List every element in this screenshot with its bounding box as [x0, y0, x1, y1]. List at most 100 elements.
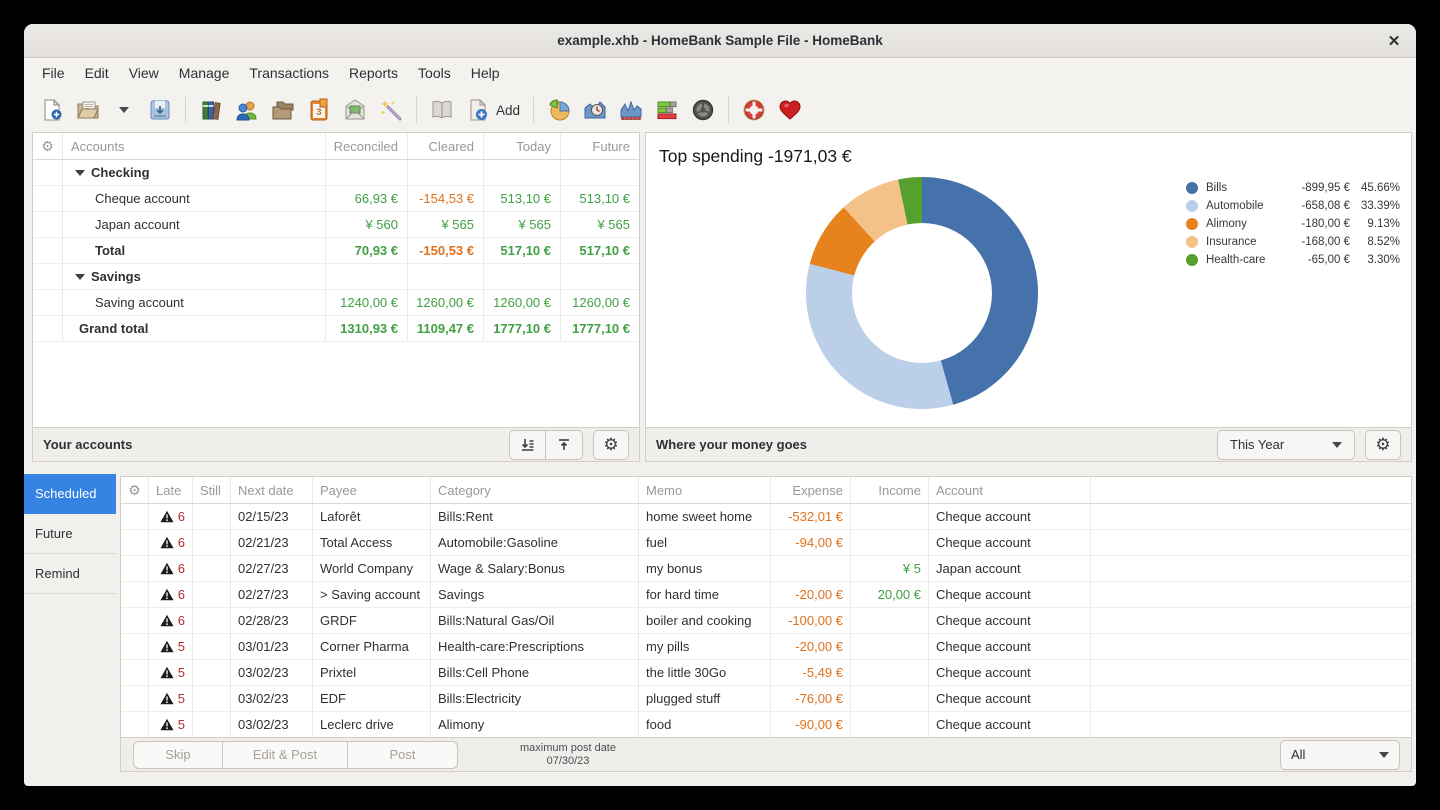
- filter-dropdown[interactable]: All: [1280, 740, 1400, 770]
- tab-remind[interactable]: Remind: [24, 554, 116, 594]
- scheduled-row[interactable]: 602/27/23World CompanyWage & Salary:Bonu…: [121, 556, 1411, 582]
- menu-tools[interactable]: Tools: [408, 61, 461, 85]
- scheduled-row[interactable]: 602/21/23Total AccessAutomobile:Gasoline…: [121, 530, 1411, 556]
- legend-amount: -899,95 €: [1284, 182, 1350, 194]
- statistics-button[interactable]: [541, 92, 577, 128]
- scheduled-row[interactable]: 602/28/23GRDFBills:Natural Gas/Oilboiler…: [121, 608, 1411, 634]
- still-cell: [193, 634, 231, 659]
- assign-button[interactable]: [373, 92, 409, 128]
- scheduled-row[interactable]: 503/02/23Leclerc driveAlimonyfood-90,00 …: [121, 712, 1411, 738]
- account-row[interactable]: Japan account¥ 560¥ 565¥ 565¥ 565: [33, 212, 639, 238]
- payees-button[interactable]: [229, 92, 265, 128]
- range-dropdown[interactable]: This Year: [1217, 430, 1355, 460]
- new-file-button[interactable]: [34, 92, 70, 128]
- accounts-column-header[interactable]: Accounts: [63, 139, 325, 154]
- scheduled-row[interactable]: 602/27/23> Saving accountSavingsfor hard…: [121, 582, 1411, 608]
- donate-heart-button[interactable]: [772, 92, 808, 128]
- account-row[interactable]: Checking: [33, 160, 639, 186]
- scheduled-column-header[interactable]: Category: [431, 477, 639, 503]
- scheduled-column-header[interactable]: Expense: [771, 477, 851, 503]
- scheduled-row[interactable]: 602/15/23LaforêtBills:Renthome sweet hom…: [121, 504, 1411, 530]
- tab-future[interactable]: Future: [24, 514, 116, 554]
- row-filler: [1091, 530, 1411, 555]
- budget-button[interactable]: [649, 92, 685, 128]
- open-recent-button[interactable]: [106, 92, 142, 128]
- chevron-down-icon: [1332, 442, 1342, 448]
- scheduled-actions: Skip Edit & Post Post: [133, 741, 458, 769]
- account-row[interactable]: Cheque account66,93 €-154,53 €513,10 €51…: [33, 186, 639, 212]
- scheduled-row[interactable]: 503/02/23EDFBills:Electricityplugged stu…: [121, 686, 1411, 712]
- expand-all-button[interactable]: [509, 430, 546, 460]
- caret-down-icon[interactable]: [75, 274, 85, 280]
- account-cell: Cheque account: [929, 660, 1091, 685]
- accounts-icon: [199, 98, 223, 122]
- legend-row: Insurance-168,00 €8.52%: [1186, 233, 1402, 251]
- help-donate-button[interactable]: [736, 92, 772, 128]
- add-transaction-button[interactable]: Add: [460, 92, 526, 128]
- account-amount: [407, 264, 483, 289]
- account-amount: [325, 264, 407, 289]
- scheduled-column-header[interactable]: Payee: [313, 477, 431, 503]
- accounts-column-header[interactable]: Cleared: [407, 133, 483, 159]
- scheduled-column-header[interactable]: Account: [929, 477, 1091, 503]
- expense-cell: -532,01 €: [771, 504, 851, 529]
- income-cell: [851, 686, 929, 711]
- account-amount: 1240,00 €: [325, 290, 407, 315]
- scheduled-column-header[interactable]: Income: [851, 477, 929, 503]
- ledger-button[interactable]: [424, 92, 460, 128]
- trendtime-button[interactable]: [577, 92, 613, 128]
- accounts-header-gear[interactable]: ⚙: [33, 133, 63, 159]
- row-filler: [1091, 556, 1411, 581]
- scheduled-button[interactable]: 3: [301, 92, 337, 128]
- vehicle-cost-button[interactable]: [685, 92, 721, 128]
- scheduled-row[interactable]: 503/01/23Corner PharmaHealth-care:Prescr…: [121, 634, 1411, 660]
- scheduled-column-header[interactable]: Next date: [231, 477, 313, 503]
- menu-help[interactable]: Help: [461, 61, 510, 85]
- menu-transactions[interactable]: Transactions: [239, 61, 339, 85]
- legend-label: Health-care: [1206, 254, 1284, 266]
- caret-down-icon[interactable]: [75, 170, 85, 176]
- post-button[interactable]: Post: [348, 741, 458, 769]
- scheduled-column-header[interactable]: Memo: [639, 477, 771, 503]
- chart-settings-button[interactable]: ⚙: [1365, 430, 1401, 460]
- accounts-settings-button[interactable]: ⚙: [593, 430, 629, 460]
- homebank-window: example.xhb - HomeBank Sample File - Hom…: [24, 24, 1416, 786]
- close-icon[interactable]: ✕: [1385, 32, 1403, 50]
- account-row[interactable]: Total70,93 €-150,53 €517,10 €517,10 €: [33, 238, 639, 264]
- row-gutter: [121, 608, 149, 633]
- scheduled-column-header[interactable]: Late: [149, 477, 193, 503]
- open-file-button[interactable]: [70, 92, 106, 128]
- menu-reports[interactable]: Reports: [339, 61, 408, 85]
- categories-button[interactable]: [265, 92, 301, 128]
- income-cell: [851, 634, 929, 659]
- account-row[interactable]: Savings: [33, 264, 639, 290]
- accounts-column-header[interactable]: Today: [483, 133, 560, 159]
- account-row[interactable]: Saving account1240,00 €1260,00 €1260,00 …: [33, 290, 639, 316]
- archive-button[interactable]: [337, 92, 373, 128]
- warning-icon: [160, 536, 174, 549]
- menu-file[interactable]: File: [32, 61, 75, 85]
- save-button[interactable]: [142, 92, 178, 128]
- expense-cell: -20,00 €: [771, 634, 851, 659]
- row-gutter: [33, 264, 63, 289]
- accounts-column-header[interactable]: Reconciled: [325, 133, 407, 159]
- row-filler: [1091, 582, 1411, 607]
- scheduled-row[interactable]: 503/02/23PrixtelBills:Cell Phonethe litt…: [121, 660, 1411, 686]
- edit-post-button[interactable]: Edit & Post: [223, 741, 348, 769]
- still-cell: [193, 712, 231, 737]
- account-amount: 1260,00 €: [560, 290, 639, 315]
- menu-manage[interactable]: Manage: [169, 61, 240, 85]
- payee-cell: World Company: [313, 556, 431, 581]
- menu-view[interactable]: View: [119, 61, 169, 85]
- scheduled-header-gear[interactable]: ⚙: [121, 477, 149, 503]
- late-cell: 6: [149, 556, 193, 581]
- account-row[interactable]: Grand total1310,93 €1109,47 €1777,10 €17…: [33, 316, 639, 342]
- scheduled-column-header[interactable]: Still: [193, 477, 231, 503]
- collapse-all-button[interactable]: [546, 430, 583, 460]
- accounts-column-header[interactable]: Future: [560, 133, 639, 159]
- balance-report-button[interactable]: [613, 92, 649, 128]
- accounts-button[interactable]: [193, 92, 229, 128]
- menu-edit[interactable]: Edit: [75, 61, 119, 85]
- skip-button[interactable]: Skip: [133, 741, 223, 769]
- tab-scheduled[interactable]: Scheduled: [24, 474, 116, 514]
